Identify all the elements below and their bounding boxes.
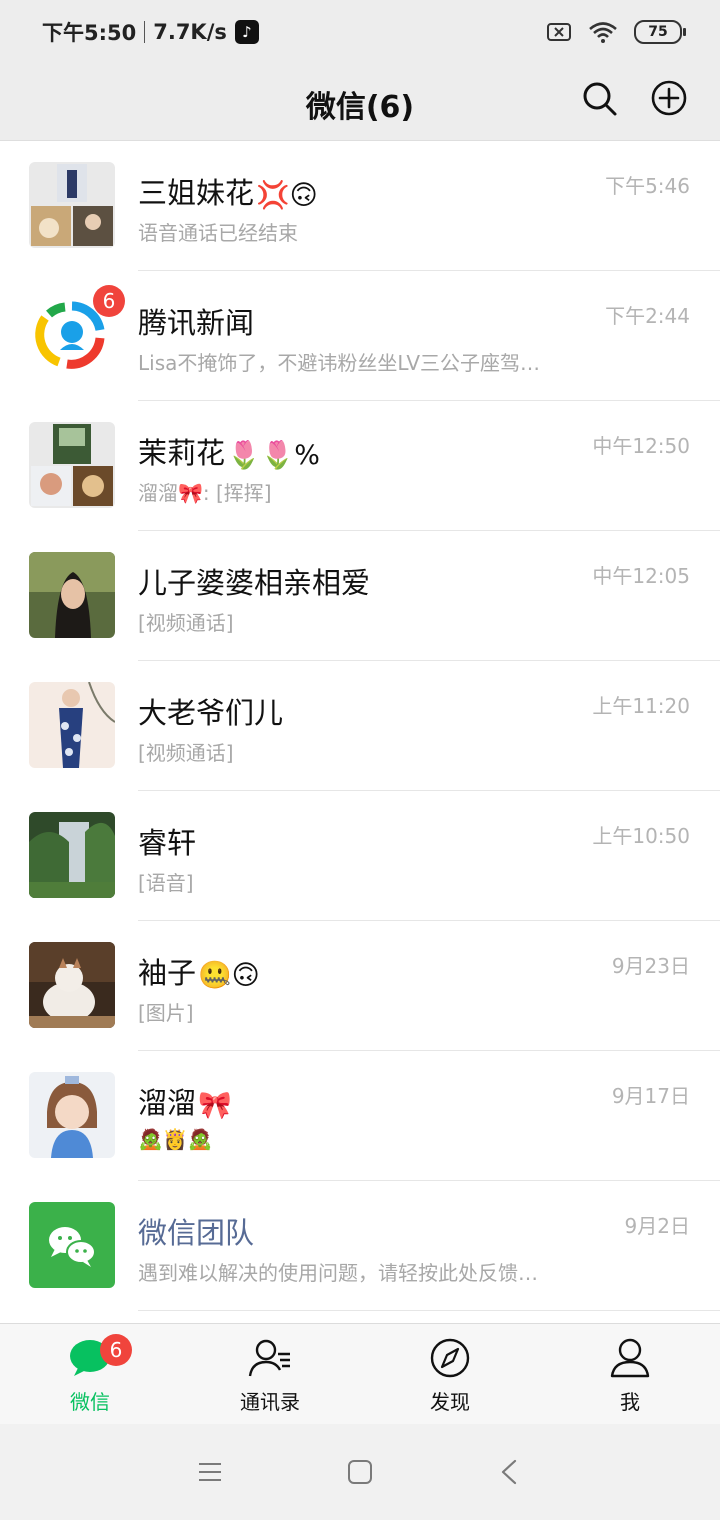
tab-chats[interactable]: 6 微信: [0, 1324, 180, 1424]
search-icon[interactable]: [580, 79, 618, 117]
header: 微信(6): [0, 64, 720, 141]
cat-avatar: [29, 942, 115, 1028]
tab-me[interactable]: 我: [540, 1324, 720, 1424]
chat-item[interactable]: 溜溜🎀 🧟👸🧟 9月17日: [0, 1051, 720, 1181]
contacts-icon: [248, 1339, 290, 1377]
chat-preview: Lisa不掩饰了，不避讳粉丝坐LV三公子座驾…: [138, 351, 541, 375]
chat-time: 中午12:05: [592, 564, 690, 588]
chat-preview: 语音通话已经结束: [138, 221, 298, 245]
chat-name: 腾讯新闻: [138, 306, 255, 340]
chat-time: 下午2:44: [605, 304, 690, 328]
chat-time: 上午11:20: [592, 694, 690, 718]
chat-time: 下午5:46: [605, 174, 690, 198]
battery-level: 75: [648, 24, 668, 40]
tab-unread-badge: 6: [100, 1334, 132, 1366]
chat-name: 袖子🤐🙃: [138, 956, 260, 991]
battery-indicator: 75: [634, 20, 686, 44]
chat-time: 上午10:50: [592, 824, 690, 848]
chat-item[interactable]: 儿子婆婆相亲相爱 [视频通话] 中午12:05: [0, 531, 720, 661]
plus-circle-icon[interactable]: [650, 79, 688, 117]
chat-item[interactable]: 大老爷们儿 [视频通话] 上午11:20: [0, 661, 720, 791]
chat-time: 9月17日: [611, 1084, 690, 1108]
chat-item[interactable]: 袖子🤐🙃 [图片] 9月23日: [0, 921, 720, 1051]
chat-preview: 溜溜🎀: [挥挥]: [138, 481, 272, 505]
tab-discover[interactable]: 发现: [360, 1324, 540, 1424]
divider: [138, 1310, 720, 1311]
unread-badge: 6: [93, 285, 125, 317]
chat-item[interactable]: 睿轩 [语音] 上午10:50: [0, 791, 720, 921]
chat-name: 微信团队: [138, 1216, 255, 1250]
chat-item[interactable]: 微信团队 遇到难以解决的使用问题，请轻按此处反馈… 9月2日: [0, 1181, 720, 1311]
profile-icon: [610, 1338, 650, 1378]
chat-name: 大老爷们儿: [138, 696, 284, 730]
chat-item[interactable]: 腾讯新闻 Lisa不掩饰了，不避讳粉丝坐LV三公子座驾… 下午2:44 6: [0, 271, 720, 401]
chat-name: 儿子婆婆相亲相爱: [138, 566, 371, 600]
chat-preview: 🧟👸🧟: [138, 1127, 213, 1151]
contact-avatar: [29, 812, 115, 898]
chat-preview: [图片]: [138, 1001, 194, 1025]
menu-icon[interactable]: [195, 1457, 225, 1487]
chat-name: 睿轩: [138, 826, 197, 860]
status-time: 下午5:50: [42, 21, 137, 45]
chat-preview: [语音]: [138, 871, 194, 895]
group-avatar: [29, 682, 115, 768]
chat-name: 三姐妹花💢🙃: [138, 176, 318, 211]
chat-time: 中午12:50: [592, 434, 690, 458]
tab-label: 我: [620, 1390, 640, 1414]
system-nav-bar: [0, 1424, 720, 1520]
wechat-team-avatar: [29, 1202, 115, 1288]
chat-name: 茉莉花🌷🌷%: [138, 436, 320, 471]
chat-time: 9月23日: [611, 954, 690, 978]
back-icon[interactable]: [495, 1457, 525, 1487]
group-avatar: [29, 422, 115, 508]
tab-label: 发现: [430, 1390, 470, 1414]
chat-item[interactable]: 茉莉花🌷🌷% 溜溜🎀: [挥挥] 中午12:50: [0, 401, 720, 531]
tiktok-icon: ♪: [234, 20, 259, 44]
tab-contacts[interactable]: 通讯录: [180, 1324, 360, 1424]
status-separator: [144, 21, 146, 43]
sim-off-icon: [547, 23, 571, 41]
chat-item[interactable]: 三姐妹花💢🙃 语音通话已经结束 下午5:46: [0, 141, 720, 271]
chat-preview: 遇到难以解决的使用问题，请轻按此处反馈…: [138, 1261, 538, 1285]
tab-bar: 6 微信 通讯录 发现 我: [0, 1323, 720, 1424]
chat-preview: [视频通话]: [138, 611, 234, 635]
chat-list: 三姐妹花💢🙃 语音通话已经结束 下午5:46 腾讯新闻 Lisa不掩饰了，不避讳…: [0, 141, 720, 1311]
status-bar: 下午5:50 7.7K/s ♪ 75: [0, 0, 720, 64]
group-avatar: [29, 162, 115, 248]
chat-name: 溜溜🎀: [138, 1086, 232, 1121]
chat-time: 9月2日: [624, 1214, 690, 1238]
contact-avatar: [29, 1072, 115, 1158]
network-speed: 7.7K/s: [153, 20, 227, 44]
tab-label: 微信: [70, 1390, 110, 1414]
group-avatar: [29, 552, 115, 638]
tab-label: 通讯录: [240, 1390, 300, 1414]
compass-icon: [430, 1338, 470, 1378]
wifi-icon: [589, 22, 617, 43]
chat-preview: [视频通话]: [138, 741, 234, 765]
home-icon[interactable]: [345, 1457, 375, 1487]
